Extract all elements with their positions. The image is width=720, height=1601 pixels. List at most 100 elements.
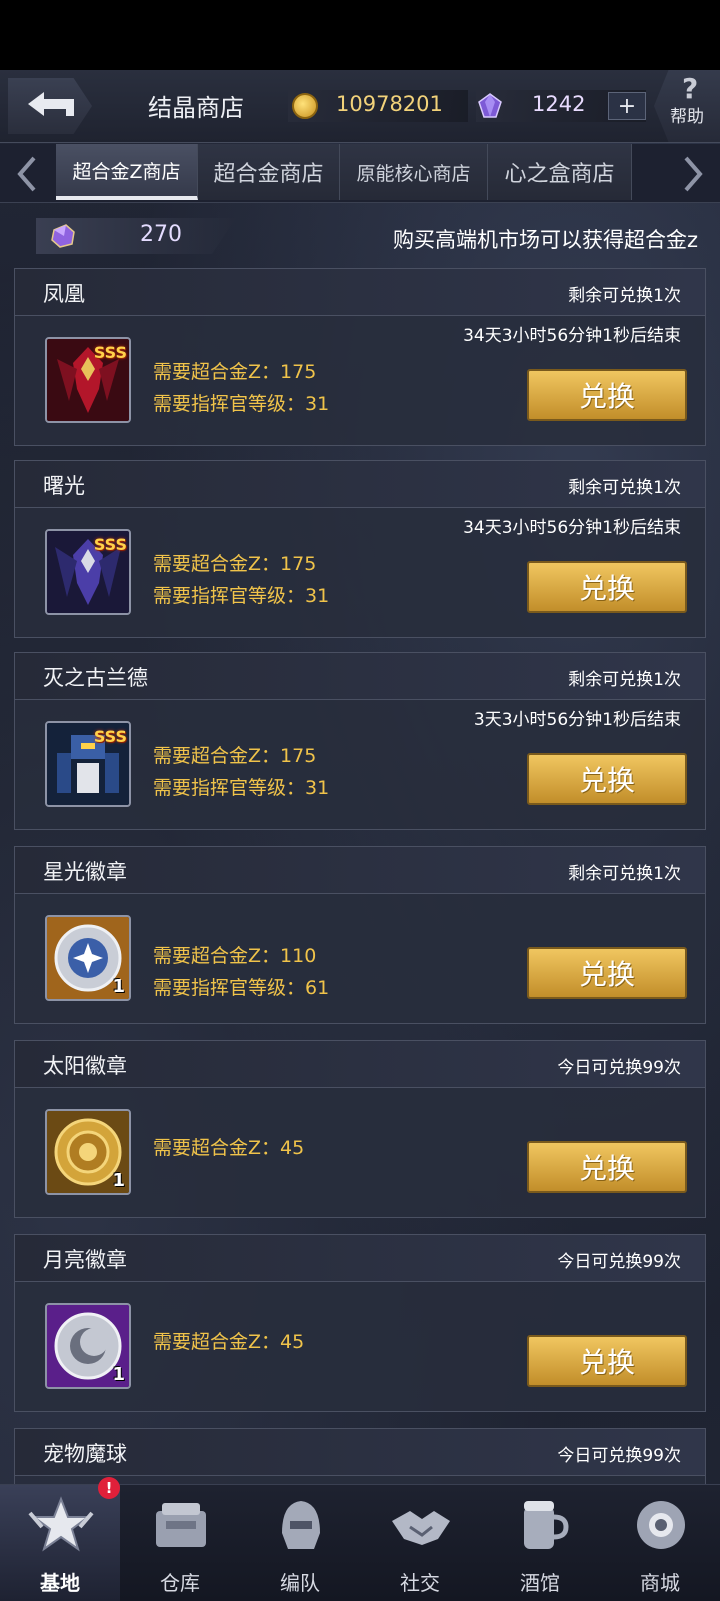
required-level: 需要指挥官等级：31 <box>153 777 330 799</box>
base-star-icon <box>28 1496 94 1552</box>
exchange-limit: 剩余可兑换1次 <box>568 478 681 498</box>
exchange-limit: 今日可兑换99次 <box>557 1252 681 1272</box>
tab-heart-box-shop[interactable]: 心之盒商店 <box>488 144 632 200</box>
card-header: 月亮徽章 今日可兑换99次 <box>15 1235 705 1282</box>
card-header: 灭之古兰德 剩余可兑换1次 <box>15 653 705 700</box>
required-alloy: 需要超合金Z：175 <box>153 553 317 575</box>
alert-badge: ! <box>98 1477 120 1499</box>
redeem-button[interactable]: 兑换 <box>527 369 687 421</box>
moon-badge-icon[interactable]: 1 <box>45 1303 131 1389</box>
warehouse-icon <box>156 1503 206 1547</box>
nav-warehouse[interactable]: 仓库 <box>120 1485 240 1601</box>
star-badge-icon[interactable]: 1 <box>45 915 131 1001</box>
required-level: 需要指挥官等级：31 <box>153 585 330 607</box>
add-gems-button[interactable]: + <box>608 92 646 120</box>
redeem-button[interactable]: 兑换 <box>527 561 687 613</box>
exchange-limit: 剩余可兑换1次 <box>568 286 681 306</box>
item-name: 灭之古兰德 <box>43 666 148 690</box>
status-bar <box>0 0 720 70</box>
item-quantity: 1 <box>112 976 125 997</box>
coin-balance: 10978201 <box>288 90 468 122</box>
robot-red-icon[interactable]: SSS <box>45 337 131 423</box>
nav-base[interactable]: ! 基地 <box>0 1477 120 1601</box>
alloy-crystal-icon <box>51 224 75 248</box>
back-arrow-icon <box>28 92 74 116</box>
nav-label: 基地 <box>40 1571 80 1595</box>
redeem-button[interactable]: 兑换 <box>527 1335 687 1387</box>
nav-label: 编队 <box>280 1571 320 1595</box>
gold-coin-icon <box>292 93 318 119</box>
countdown-timer: 34天3小时56分钟1秒后结束 <box>463 326 681 346</box>
redeem-button[interactable]: 兑换 <box>527 947 687 999</box>
required-level: 需要指挥官等级：61 <box>153 977 330 999</box>
page-title: 结晶商店 <box>148 94 244 122</box>
chevron-left-icon[interactable] <box>10 152 44 196</box>
help-label: 帮助 <box>670 107 704 127</box>
required-alloy: 需要超合金Z：45 <box>153 1137 305 1159</box>
tab-superalloy-z-shop[interactable]: 超合金Z商店 <box>56 144 198 200</box>
required-alloy: 需要超合金Z：110 <box>153 945 317 967</box>
redeem-button[interactable]: 兑换 <box>527 753 687 805</box>
required-alloy: 需要超合金Z：175 <box>153 361 317 383</box>
item-quantity: 1 <box>112 1364 125 1385</box>
item-name: 月亮徽章 <box>43 1248 127 1272</box>
item-name: 宠物魔球 <box>43 1442 127 1466</box>
formation-helmet-icon <box>282 1501 320 1549</box>
nav-label: 酒馆 <box>520 1571 560 1595</box>
nav-mall[interactable]: 商城 <box>600 1485 720 1601</box>
card-header: 星光徽章 剩余可兑换1次 <box>15 847 705 894</box>
gem-value: 1242 <box>532 92 586 116</box>
shop-item-card: 灭之古兰德 剩余可兑换1次 3天3小时56分钟1秒后结束 SSS 需要超合金Z：… <box>14 652 706 830</box>
sun-badge-icon[interactable]: 1 <box>45 1109 131 1195</box>
coin-value: 10978201 <box>336 92 443 116</box>
rank-badge: SSS <box>93 343 127 362</box>
info-message: 购买高端机市场可以获得超合金z <box>392 228 698 252</box>
shop-item-card: 曙光 剩余可兑换1次 34天3小时56分钟1秒后结束 SSS 需要超合金Z：17… <box>14 460 706 638</box>
shop-item-card: 太阳徽章 今日可兑换99次 1 需要超合金Z：45 兑换 <box>14 1040 706 1218</box>
exchange-limit: 剩余可兑换1次 <box>568 864 681 884</box>
card-header: 太阳徽章 今日可兑换99次 <box>15 1041 705 1088</box>
tab-superalloy-shop[interactable]: 超合金商店 <box>198 144 340 200</box>
exchange-limit: 今日可兑换99次 <box>557 1058 681 1078</box>
nav-social[interactable]: 社交 <box>360 1485 480 1601</box>
crystal-balance: 270 <box>36 218 236 254</box>
redeem-button[interactable]: 兑换 <box>527 1141 687 1193</box>
countdown-timer: 34天3小时56分钟1秒后结束 <box>463 518 681 538</box>
exchange-limit: 剩余可兑换1次 <box>568 670 681 690</box>
item-quantity: 1 <box>112 1170 125 1191</box>
item-name: 星光徽章 <box>43 860 127 884</box>
back-button[interactable] <box>8 78 92 134</box>
info-bar: 270 购买高端机市场可以获得超合金z <box>0 210 720 260</box>
chevron-right-icon[interactable] <box>676 152 710 196</box>
nav-label: 商城 <box>640 1571 680 1595</box>
nav-tavern[interactable]: 酒馆 <box>480 1485 600 1601</box>
nav-label: 仓库 <box>160 1571 200 1595</box>
item-name: 曙光 <box>43 474 85 498</box>
countdown-timer: 3天3小时56分钟1秒后结束 <box>473 710 681 730</box>
robot-purple-icon[interactable]: SSS <box>45 529 131 615</box>
item-name: 凤凰 <box>43 282 85 306</box>
required-level: 需要指挥官等级：31 <box>153 393 330 415</box>
card-header: 宠物魔球 今日可兑换99次 <box>15 1429 705 1476</box>
item-name: 太阳徽章 <box>43 1054 127 1078</box>
robot-blue-icon[interactable]: SSS <box>45 721 131 807</box>
tab-core-shop[interactable]: 原能核心商店 <box>340 144 488 200</box>
handshake-icon <box>392 1511 450 1545</box>
crystal-value: 270 <box>140 222 182 247</box>
exchange-limit: 今日可兑换99次 <box>557 1446 681 1466</box>
help-button[interactable]: ? 帮助 <box>654 70 720 142</box>
card-header: 凤凰 剩余可兑换1次 <box>15 269 705 316</box>
shop-item-card: 月亮徽章 今日可兑换99次 1 需要超合金Z：45 兑换 <box>14 1234 706 1412</box>
mall-orb-icon <box>637 1501 685 1549</box>
shop-item-card: 星光徽章 剩余可兑换1次 1 需要超合金Z：110 需要指挥官等级：61 兑换 <box>14 846 706 1024</box>
help-icon: ? <box>682 72 699 105</box>
nav-label: 社交 <box>400 1571 440 1595</box>
bottom-navigation: ! 基地 仓库 编队 社交 酒馆 商城 <box>0 1477 720 1601</box>
required-alloy: 需要超合金Z：45 <box>153 1331 305 1353</box>
rank-badge: SSS <box>93 727 127 746</box>
shop-tabs: 超合金Z商店 超合金商店 原能核心商店 心之盒商店 <box>0 144 720 203</box>
shop-item-card: 凤凰 剩余可兑换1次 34天3小时56分钟1秒后结束 SSS 需要超合金Z：17… <box>14 268 706 446</box>
nav-formation[interactable]: 编队 <box>240 1485 360 1601</box>
rank-badge: SSS <box>93 535 127 554</box>
shop-header: 结晶商店 10978201 1242 + ? 帮助 <box>0 70 720 143</box>
